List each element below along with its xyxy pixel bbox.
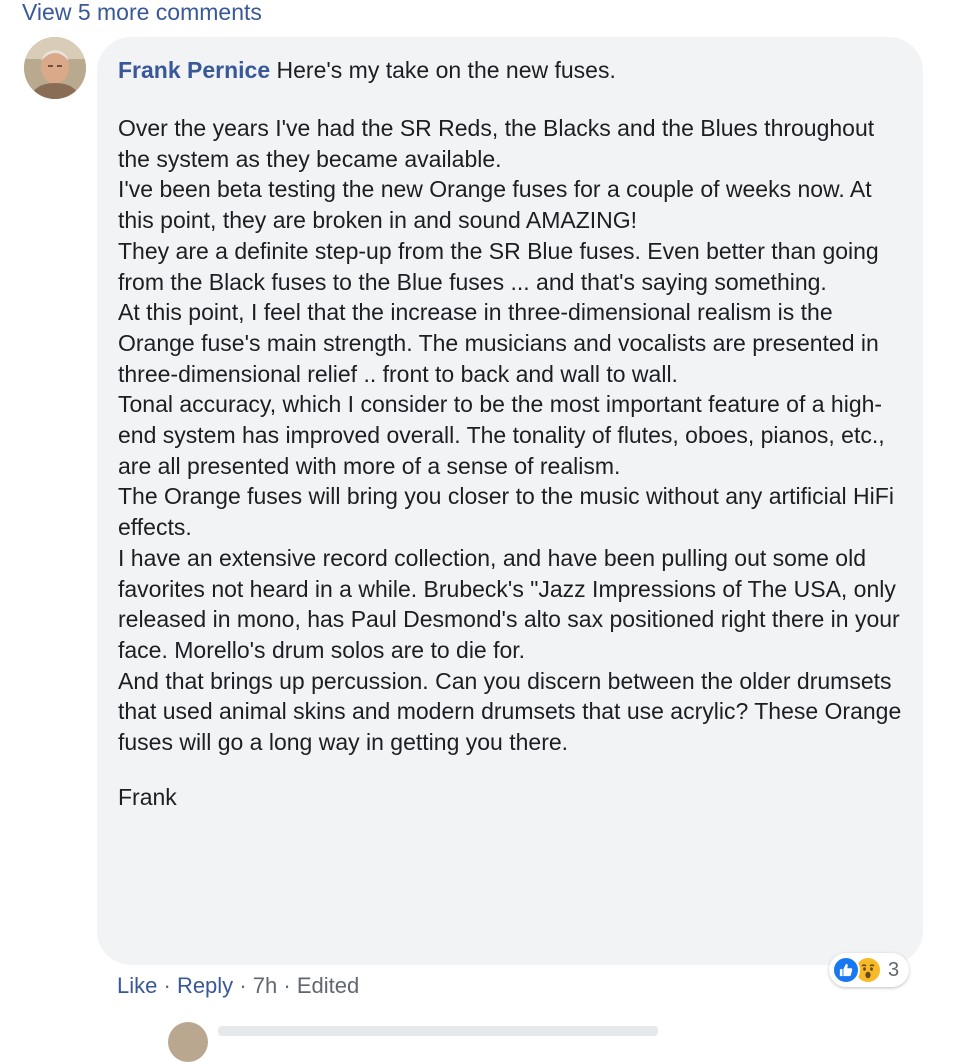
avatar-image bbox=[24, 37, 86, 99]
comment-paragraph: They are a definite step-up from the SR … bbox=[118, 237, 879, 295]
comment-paragraph: And that brings up percussion. Can you d… bbox=[118, 667, 902, 756]
like-icon bbox=[832, 956, 860, 984]
reply-preview[interactable] bbox=[218, 1026, 658, 1036]
action-separator: · bbox=[163, 973, 171, 998]
comment-paragraph: Over the years I've had the SR Reds, the… bbox=[118, 115, 875, 172]
comment-intro: Here's my take on the new fuses. bbox=[276, 57, 616, 83]
reaction-count: 3 bbox=[888, 958, 900, 981]
comment-author-link[interactable]: Frank Pernice bbox=[118, 57, 270, 83]
edited-label[interactable]: Edited bbox=[297, 973, 359, 998]
comment-paragraph: I have an extensive record collection, a… bbox=[118, 544, 900, 663]
comment-bubble: Frank Pernice Here's my take on the new … bbox=[97, 37, 923, 965]
reply-avatar[interactable] bbox=[168, 1022, 208, 1062]
comment-paragraph: The Orange fuses will bring you closer t… bbox=[118, 483, 894, 541]
comment-actions: Like · Reply · 7h · Edited bbox=[117, 970, 359, 1002]
action-separator: · bbox=[283, 973, 291, 998]
view-more-comments-link[interactable]: View 5 more comments bbox=[22, 0, 262, 28]
comment-timestamp[interactable]: 7h bbox=[253, 973, 277, 998]
comment-body: Over the years I've had the SR Reds, the… bbox=[118, 113, 903, 758]
comment-paragraph: At this point, I feel that the increase … bbox=[118, 299, 879, 387]
reply-button[interactable]: Reply bbox=[177, 973, 233, 998]
reactions-summary[interactable]: 3 bbox=[829, 953, 910, 987]
comment-header: Frank Pernice Here's my take on the new … bbox=[118, 55, 903, 85]
comment-paragraph: I've been beta testing the new Orange fu… bbox=[118, 176, 872, 234]
action-separator: · bbox=[239, 973, 247, 998]
comment-paragraph: Tonal accuracy, which I consider to be t… bbox=[118, 391, 885, 479]
avatar[interactable] bbox=[24, 37, 86, 99]
comment-signoff: Frank bbox=[118, 783, 177, 810]
like-button[interactable]: Like bbox=[117, 973, 157, 998]
